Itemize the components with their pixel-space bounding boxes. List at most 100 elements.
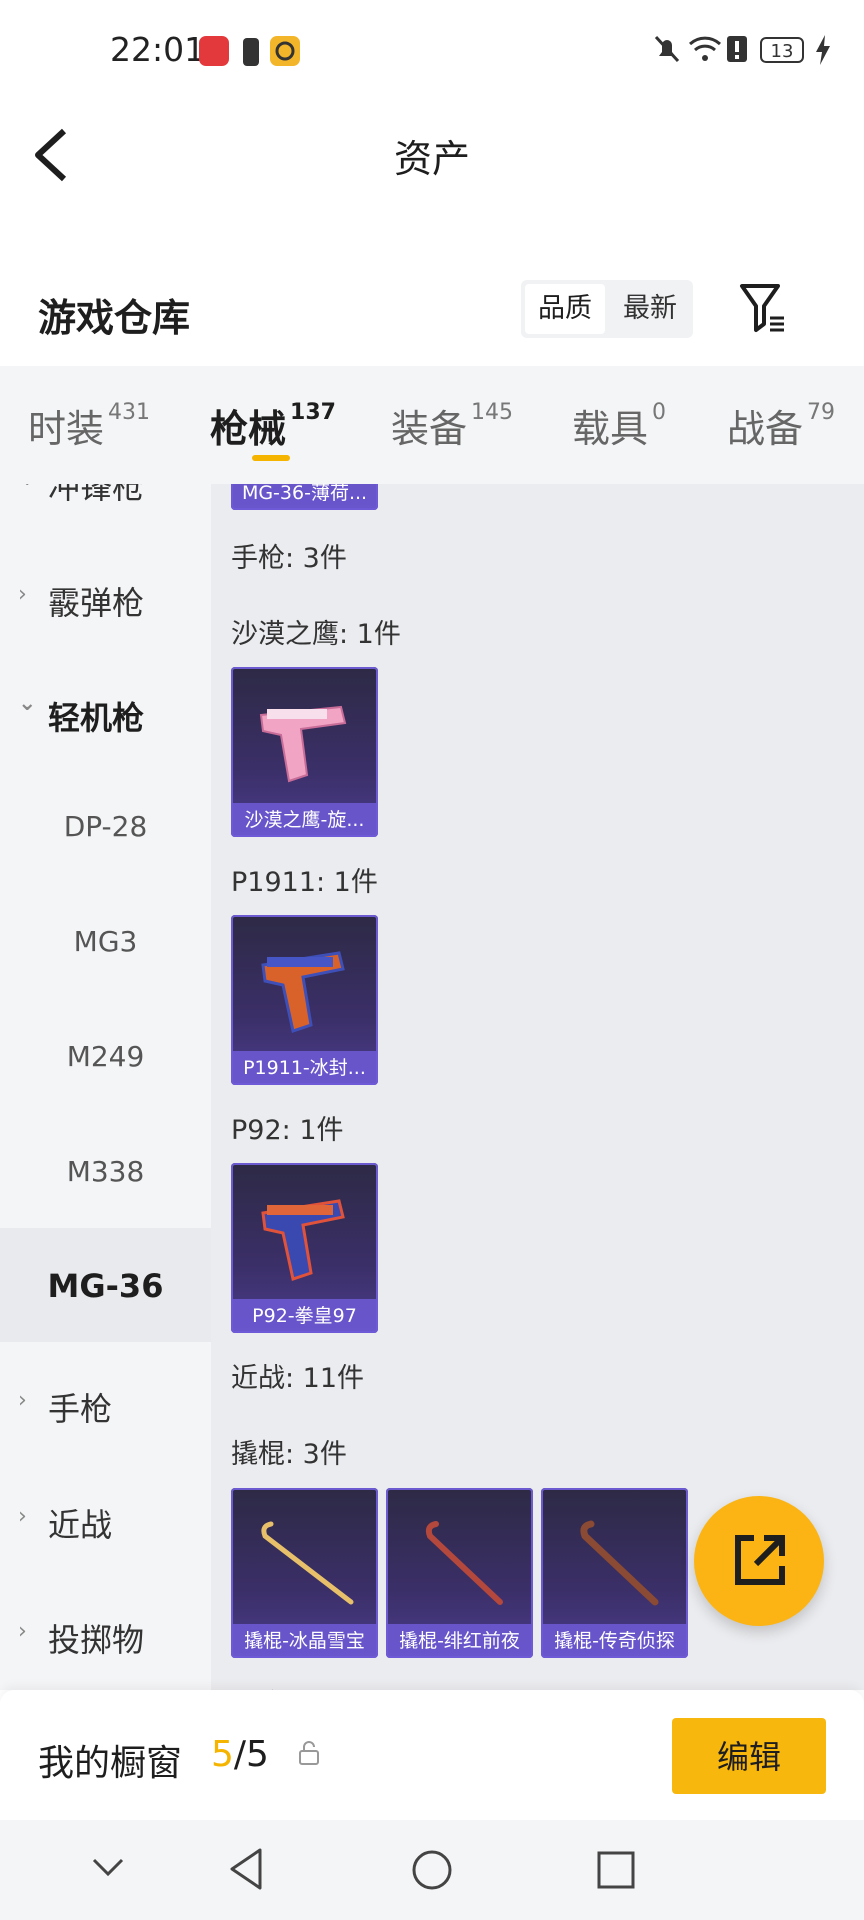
tab-count: 137 — [290, 400, 336, 425]
item-card-crowbar-3[interactable]: 撬棍-传奇侦探 — [541, 1488, 688, 1658]
huawei-appgallery-icon — [199, 36, 229, 66]
category-tabs: 时装 431 枪械 137 装备 145 载具 0 战备 79 — [0, 366, 864, 484]
sidebar-item-melee[interactable]: › 近战 — [0, 1496, 211, 1556]
crowbar-image — [425, 1521, 503, 1605]
tab-fashion[interactable]: 时装 431 — [28, 398, 150, 453]
nav-home-icon[interactable] — [410, 1848, 454, 1892]
game-app-icon — [270, 36, 300, 66]
tab-label: 战备 — [727, 407, 804, 451]
active-tab-indicator — [252, 455, 290, 461]
tab-count: 145 — [471, 400, 514, 425]
item-card-caption: MG-36-薄荷... — [231, 484, 378, 510]
charging-icon — [816, 35, 830, 65]
nav-recents-icon[interactable] — [596, 1850, 636, 1890]
filter-button[interactable] — [738, 282, 788, 336]
group-header-melee: 近战: 11件 — [231, 1363, 365, 1394]
sidebar-item-smg[interactable]: ⌄ 冲锋枪 — [0, 484, 211, 522]
sidebar-item-shotgun[interactable]: › 霰弹枪 — [0, 574, 211, 634]
tab-label: 时装 — [28, 407, 105, 451]
group-header-deagle: 沙漠之鹰: 1件 — [231, 619, 401, 650]
chevron-down-icon: ⌄ — [18, 484, 36, 491]
tab-count: 79 — [807, 400, 836, 425]
tab-firearms[interactable]: 枪械 137 — [210, 398, 336, 453]
lock-icon — [299, 1741, 319, 1765]
page-title: 资产 — [393, 137, 470, 181]
chevron-right-icon: › — [18, 582, 27, 607]
showcase-current: 5 — [211, 1734, 234, 1775]
group-header-p92: P92: 1件 — [231, 1115, 344, 1146]
showcase-count: 5/5 — [211, 1734, 269, 1775]
item-card-caption: 撬棍-冰晶雪宝 — [231, 1624, 378, 1658]
pistol-image — [261, 951, 345, 1033]
sidebar-item-mg3[interactable]: MG3 — [0, 925, 211, 958]
sidebar-item-lmg[interactable]: ⌄ 轻机枪 — [0, 689, 211, 749]
share-button[interactable] — [694, 1496, 824, 1626]
sidebar-item-throwable[interactable]: › 投掷物 — [0, 1611, 211, 1671]
chevron-right-icon: › — [18, 1619, 27, 1644]
item-card-caption: 撬棍-绯红前夜 — [386, 1624, 533, 1658]
wifi-icon — [688, 36, 722, 61]
sidebar-item-label: 冲锋枪 — [48, 484, 145, 506]
tab-count: 0 — [652, 400, 667, 425]
mute-bell-icon — [654, 35, 680, 63]
sort-newest-button[interactable]: 最新 — [611, 284, 689, 334]
sidebar-item-label: 投掷物 — [48, 1621, 145, 1659]
battery-saver-icon — [243, 38, 259, 66]
showcase-bar: 我的橱窗 5/5 编辑 — [0, 1690, 864, 1820]
item-card-caption: 沙漠之鹰-旋... — [231, 803, 378, 837]
sidebar-item-m249[interactable]: M249 — [0, 1040, 211, 1073]
showcase-total: 5 — [246, 1734, 269, 1775]
group-header-pistol: 手枪: 3件 — [231, 543, 347, 574]
tab-count: 431 — [108, 400, 151, 425]
item-card-caption: P1911-冰封... — [231, 1051, 378, 1085]
share-icon — [735, 1535, 785, 1585]
sidebar-item-pistol[interactable]: › 手枪 — [0, 1380, 211, 1440]
item-card-deagle[interactable]: 沙漠之鹰-旋... — [231, 667, 378, 837]
tab-equipment[interactable]: 装备 145 — [391, 398, 513, 453]
status-bar: 22:01 13 — [0, 0, 864, 104]
chevron-right-icon: › — [18, 1504, 27, 1529]
filter-icon — [740, 284, 784, 332]
system-nav-bar — [0, 1820, 864, 1920]
crowbar-image — [261, 1521, 354, 1605]
tab-supplies[interactable]: 战备 79 — [727, 398, 835, 453]
collapse-icon[interactable] — [90, 1856, 126, 1880]
sidebar-item-label: 手枪 — [48, 1390, 113, 1428]
sidebar-item-mg36[interactable]: MG-36 — [0, 1267, 211, 1305]
sidebar-item-label: 轻机枪 — [48, 699, 145, 737]
showcase-label: 我的橱窗 — [38, 1743, 183, 1784]
pistol-image — [261, 1199, 345, 1281]
edit-button[interactable]: 编辑 — [672, 1718, 826, 1794]
sidebar-item-label: 近战 — [48, 1506, 113, 1544]
showcase-separator: / — [233, 1734, 247, 1775]
chevron-down-icon: ⌄ — [18, 691, 37, 716]
sidebar-item-m338[interactable]: M338 — [0, 1155, 211, 1188]
tab-label: 枪械 — [210, 407, 287, 451]
item-card-caption: 撬棍-传奇侦探 — [541, 1624, 688, 1658]
item-card-crowbar-1[interactable]: 撬棍-冰晶雪宝 — [231, 1488, 378, 1658]
item-card-caption: P92-拳皇97 — [231, 1299, 378, 1333]
crowbar-image — [580, 1520, 659, 1606]
group-header-crowbar: 撬棍: 3件 — [231, 1439, 347, 1470]
item-card-p92[interactable]: P92-拳皇97 — [231, 1163, 378, 1333]
pistol-image — [259, 705, 347, 783]
chevron-right-icon: › — [18, 1388, 27, 1413]
battery-icon: 13 — [760, 37, 804, 63]
item-card-crowbar-2[interactable]: 撬棍-绯红前夜 — [386, 1488, 533, 1658]
alert-icon — [727, 36, 747, 62]
tab-label: 载具 — [572, 407, 649, 451]
tab-label: 装备 — [391, 407, 468, 451]
sort-quality-button[interactable]: 品质 — [525, 284, 605, 334]
sidebar-item-dp28[interactable]: DP-28 — [0, 810, 211, 843]
section-title: 游戏仓库 — [38, 296, 191, 340]
nav-back-icon[interactable] — [226, 1846, 266, 1892]
item-card-mg36[interactable]: MG-36-薄荷... — [231, 484, 378, 510]
tab-vehicles[interactable]: 载具 0 — [572, 398, 666, 453]
group-header-p1911: P1911: 1件 — [231, 867, 378, 898]
sidebar-item-label: 霰弹枪 — [48, 584, 145, 622]
sort-toggle: 品质 最新 — [521, 280, 693, 338]
status-time: 22:01 — [110, 30, 206, 69]
weapon-sidebar: ⌄ 冲锋枪 › 霰弹枪 ⌄ 轻机枪 DP-28 MG3 M249 M338 MG… — [0, 484, 211, 1690]
group-header-pan: 平底锅: 4件 — [231, 1682, 374, 1690]
item-card-p1911[interactable]: P1911-冰封... — [231, 915, 378, 1085]
